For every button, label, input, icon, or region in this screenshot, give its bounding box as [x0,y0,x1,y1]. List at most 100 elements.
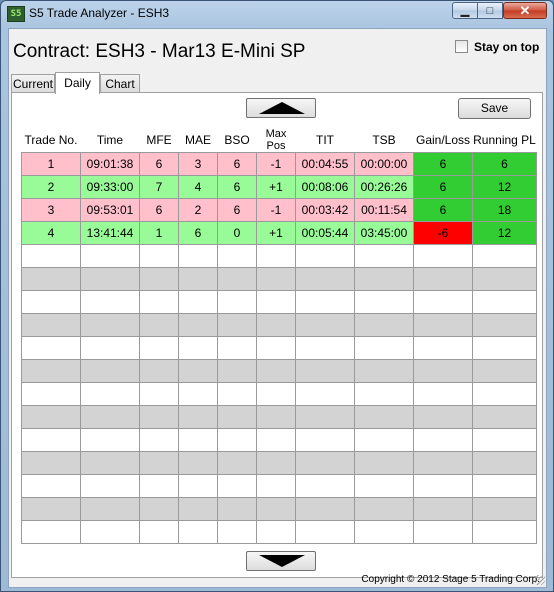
empty-row[interactable] [21,267,537,291]
empty-cell[interactable] [354,474,414,498]
empty-cell[interactable] [472,428,537,452]
empty-cell[interactable] [139,497,179,521]
empty-cell[interactable] [413,474,473,498]
empty-cell[interactable] [256,382,296,406]
cell-tsb[interactable]: 03:45:00 [354,221,414,245]
empty-cell[interactable] [21,451,81,475]
empty-cell[interactable] [256,451,296,475]
cell-bso[interactable]: 6 [217,198,257,222]
cell-mfe[interactable]: 6 [139,152,179,176]
empty-cell[interactable] [139,382,179,406]
empty-cell[interactable] [472,474,537,498]
empty-cell[interactable] [21,313,81,337]
col-header-bso[interactable]: BSO [218,127,257,153]
empty-row[interactable] [21,474,537,498]
empty-row[interactable] [21,405,537,429]
empty-cell[interactable] [256,359,296,383]
cell-max-pos[interactable]: -1 [256,152,296,176]
cell-mfe[interactable]: 6 [139,198,179,222]
empty-cell[interactable] [256,244,296,268]
cell-running-pl[interactable]: 18 [472,198,537,222]
empty-cell[interactable] [256,497,296,521]
empty-cell[interactable] [21,359,81,383]
cell-mae[interactable]: 6 [178,221,218,245]
empty-cell[interactable] [472,313,537,337]
empty-cell[interactable] [178,474,218,498]
empty-cell[interactable] [217,497,257,521]
col-header-tsb[interactable]: TSB [355,127,414,153]
empty-cell[interactable] [139,359,179,383]
col-header-gain-loss[interactable]: Gain/Loss [414,127,473,153]
empty-cell[interactable] [178,267,218,291]
col-header-max-pos[interactable]: Max Pos [257,127,296,153]
tab-current[interactable]: Current [11,74,55,92]
empty-cell[interactable] [413,405,473,429]
empty-row[interactable] [21,290,537,314]
cell-mae[interactable]: 4 [178,175,218,199]
empty-cell[interactable] [217,474,257,498]
col-header-tit[interactable]: TIT [296,127,355,153]
cell-running-pl[interactable]: 12 [472,175,537,199]
empty-row[interactable] [21,244,537,268]
empty-cell[interactable] [472,497,537,521]
empty-cell[interactable] [413,313,473,337]
empty-cell[interactable] [295,267,355,291]
cell-tit[interactable]: 00:03:42 [295,198,355,222]
empty-cell[interactable] [295,382,355,406]
empty-cell[interactable] [139,474,179,498]
cell-time[interactable]: 13:41:44 [80,221,140,245]
empty-cell[interactable] [295,290,355,314]
col-header-running-pl[interactable]: Running PL [473,127,537,153]
cell-time[interactable]: 09:53:01 [80,198,140,222]
table-row[interactable]: 1 09:01:38 6 3 6 -1 00:04:55 00:00:00 6 6 [21,152,537,176]
cell-gain-loss[interactable]: 6 [413,198,473,222]
empty-cell[interactable] [139,313,179,337]
empty-cell[interactable] [178,244,218,268]
cell-mae[interactable]: 3 [178,152,218,176]
empty-cell[interactable] [354,313,414,337]
empty-cell[interactable] [178,428,218,452]
scroll-down-button[interactable] [246,551,316,571]
col-header-mfe[interactable]: MFE [140,127,179,153]
empty-cell[interactable] [21,520,81,544]
cell-gain-loss[interactable]: -6 [413,221,473,245]
empty-cell[interactable] [80,313,140,337]
empty-cell[interactable] [80,474,140,498]
empty-row[interactable] [21,497,537,521]
cell-running-pl[interactable]: 6 [472,152,537,176]
empty-cell[interactable] [139,244,179,268]
cell-bso[interactable]: 6 [217,175,257,199]
empty-cell[interactable] [354,451,414,475]
cell-tit[interactable]: 00:08:06 [295,175,355,199]
empty-cell[interactable] [80,428,140,452]
scroll-up-button[interactable] [246,98,316,118]
empty-cell[interactable] [21,290,81,314]
empty-cell[interactable] [354,359,414,383]
cell-time[interactable]: 09:01:38 [80,152,140,176]
empty-cell[interactable] [295,474,355,498]
empty-cell[interactable] [413,382,473,406]
empty-cell[interactable] [80,520,140,544]
cell-mfe[interactable]: 7 [139,175,179,199]
empty-cell[interactable] [413,336,473,360]
empty-cell[interactable] [295,359,355,383]
cell-tsb[interactable]: 00:00:00 [354,152,414,176]
empty-cell[interactable] [80,359,140,383]
empty-cell[interactable] [354,405,414,429]
cell-mae[interactable]: 2 [178,198,218,222]
cell-tsb[interactable]: 00:11:54 [354,198,414,222]
empty-cell[interactable] [21,497,81,521]
save-button[interactable]: Save [458,98,531,119]
empty-cell[interactable] [217,313,257,337]
cell-max-pos[interactable]: -1 [256,198,296,222]
empty-cell[interactable] [139,336,179,360]
empty-cell[interactable] [472,520,537,544]
cell-mfe[interactable]: 1 [139,221,179,245]
empty-cell[interactable] [413,497,473,521]
empty-cell[interactable] [472,267,537,291]
empty-cell[interactable] [256,405,296,429]
empty-cell[interactable] [354,520,414,544]
empty-cell[interactable] [295,336,355,360]
empty-cell[interactable] [178,382,218,406]
empty-cell[interactable] [413,290,473,314]
